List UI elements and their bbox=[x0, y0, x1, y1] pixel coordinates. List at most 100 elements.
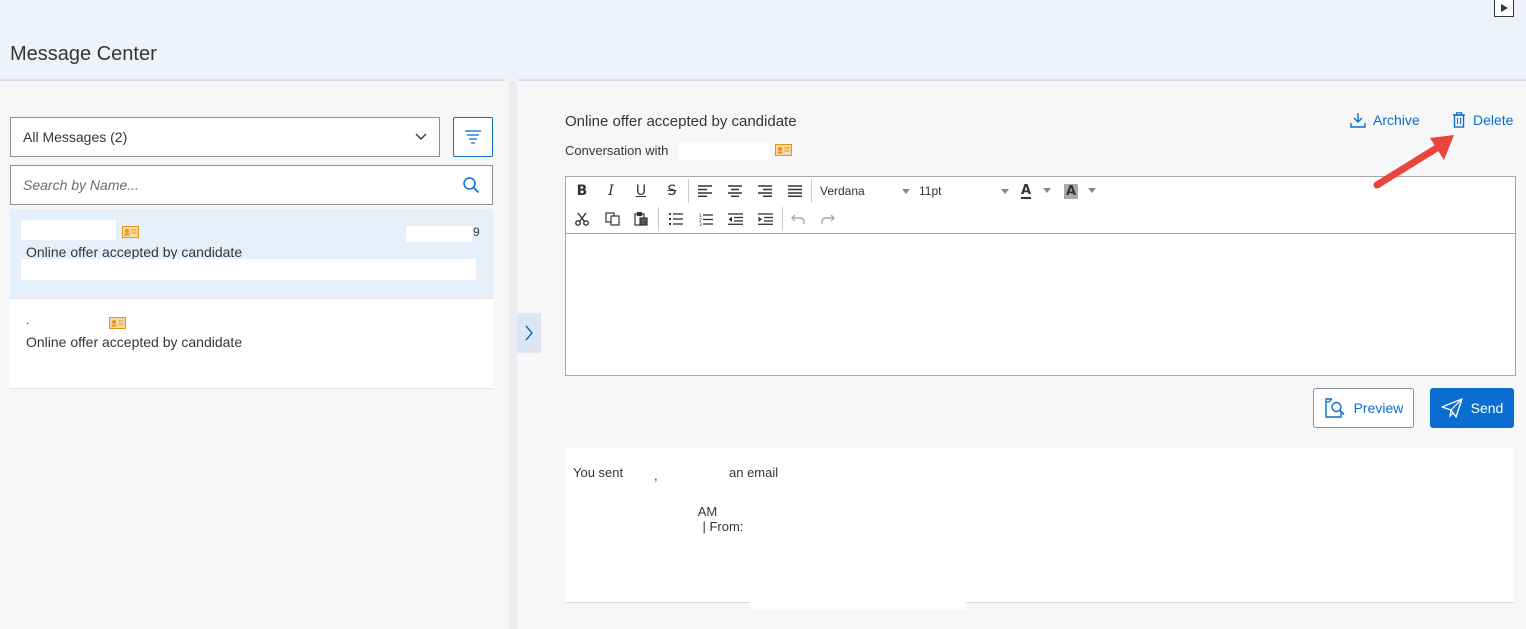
sort-filter-button[interactable] bbox=[453, 117, 493, 157]
text-color-glyph: A bbox=[1020, 182, 1032, 199]
preview-label: Preview bbox=[1353, 400, 1404, 416]
panel-splitter[interactable] bbox=[509, 81, 517, 629]
contact-card-icon bbox=[122, 226, 139, 238]
paste-button[interactable] bbox=[630, 208, 652, 230]
align-center-button[interactable] bbox=[724, 180, 746, 202]
delete-label: Delete bbox=[1473, 112, 1514, 128]
message-history-item: You sent , an email AM | From: bbox=[565, 448, 1514, 603]
send-button[interactable]: Send bbox=[1430, 388, 1514, 428]
item-name: . bbox=[26, 313, 30, 327]
copy-icon bbox=[604, 212, 620, 226]
copy-button[interactable] bbox=[601, 208, 623, 230]
archive-button[interactable]: Archive bbox=[1350, 112, 1420, 128]
send-label: Send bbox=[1470, 400, 1504, 416]
message-filter-value: All Messages (2) bbox=[23, 129, 128, 145]
caret-down-icon bbox=[902, 188, 910, 194]
redacted-recipient bbox=[625, 462, 725, 482]
cut-button[interactable] bbox=[571, 208, 593, 230]
toolbar-separator bbox=[811, 179, 812, 203]
search-box bbox=[10, 165, 493, 205]
download-icon bbox=[1350, 113, 1366, 128]
outdent-button[interactable] bbox=[724, 208, 746, 230]
underline-button[interactable]: U bbox=[630, 180, 652, 202]
align-right-button[interactable] bbox=[754, 180, 776, 202]
numbered-list-button[interactable]: 123 bbox=[695, 208, 717, 230]
item-date: 9 bbox=[473, 225, 480, 239]
list-item[interactable]: . Online offer accepted by candidate bbox=[10, 299, 493, 389]
delete-button[interactable]: Delete bbox=[1452, 112, 1513, 128]
history-time: AM bbox=[697, 504, 718, 519]
undo-button[interactable] bbox=[787, 208, 809, 230]
align-left-button[interactable] bbox=[694, 180, 716, 202]
toolbar-separator bbox=[782, 207, 783, 231]
redacted-date bbox=[406, 226, 472, 242]
history-sent-line: You sent bbox=[573, 465, 623, 480]
italic-button[interactable]: I bbox=[600, 180, 622, 202]
search-icon[interactable] bbox=[462, 176, 480, 194]
header-divider-right bbox=[518, 79, 1526, 81]
bg-color-glyph: A bbox=[1063, 183, 1079, 199]
svg-text:3: 3 bbox=[699, 222, 702, 226]
history-from-label: | From: bbox=[702, 519, 744, 534]
justify-button[interactable] bbox=[784, 180, 806, 202]
paste-icon bbox=[634, 212, 648, 226]
contact-card-icon bbox=[109, 317, 126, 329]
align-center-icon bbox=[728, 185, 742, 197]
justify-icon bbox=[788, 185, 802, 197]
page-title: Message Center bbox=[10, 43, 157, 65]
message-filter-select[interactable]: All Messages (2) bbox=[10, 117, 440, 157]
play-button[interactable] bbox=[1494, 0, 1514, 17]
header-bar bbox=[0, 0, 1526, 80]
text-color-button[interactable]: A bbox=[1015, 180, 1037, 202]
toolbar-separator bbox=[658, 207, 659, 231]
align-right-icon bbox=[758, 185, 772, 197]
bullet-list-button[interactable] bbox=[665, 208, 687, 230]
paper-plane-icon bbox=[1440, 398, 1463, 418]
search-input[interactable] bbox=[23, 177, 462, 193]
preview-document-icon bbox=[1324, 398, 1345, 418]
archive-label: Archive bbox=[1373, 112, 1420, 128]
font-family-dropdown[interactable]: Verdana bbox=[820, 184, 910, 198]
list-item[interactable]: 9 Online offer accepted by candidate bbox=[10, 209, 493, 299]
numbered-list-icon: 123 bbox=[699, 213, 713, 226]
item-subject: Online offer accepted by candidate bbox=[26, 334, 243, 350]
chevron-right-icon bbox=[525, 325, 533, 341]
redacted-footer bbox=[750, 598, 966, 610]
history-meta-line: AM | From: bbox=[684, 489, 744, 549]
underline-glyph: U bbox=[635, 183, 647, 199]
bullet-list-icon bbox=[669, 213, 683, 225]
redacted-name bbox=[21, 220, 116, 240]
font-size-dropdown[interactable]: 11pt bbox=[919, 184, 1009, 198]
bold-button[interactable]: B bbox=[571, 180, 593, 202]
redacted-preview bbox=[21, 259, 476, 280]
outdent-icon bbox=[727, 213, 743, 225]
background-color-button[interactable]: A bbox=[1060, 180, 1082, 202]
conversation-with: Conversation with bbox=[565, 143, 668, 158]
toolbar-separator bbox=[688, 179, 689, 203]
chevron-down-icon bbox=[415, 133, 427, 140]
align-left-icon bbox=[698, 185, 712, 197]
annotation-arrow-icon bbox=[1373, 135, 1454, 189]
expand-panel-button[interactable] bbox=[517, 313, 541, 353]
filter-icon bbox=[465, 130, 481, 144]
indent-icon bbox=[757, 213, 773, 225]
undo-icon bbox=[791, 214, 805, 224]
font-family-value: Verdana bbox=[820, 184, 865, 198]
preview-button[interactable]: Preview bbox=[1313, 388, 1414, 428]
conversation-with-label: Conversation with bbox=[565, 143, 669, 158]
item-subject: Online offer accepted by candidate bbox=[26, 244, 243, 260]
redo-button[interactable] bbox=[817, 208, 839, 230]
rich-text-editor: B I U S Verdana 11pt A A 1 2 3 bbox=[565, 176, 1516, 376]
indent-button[interactable] bbox=[754, 208, 776, 230]
strikethrough-button[interactable]: S bbox=[661, 180, 683, 202]
caret-down-icon[interactable] bbox=[1043, 188, 1051, 193]
history-sent-prefix: You sent bbox=[573, 465, 624, 480]
history-comma: , bbox=[654, 468, 658, 483]
history-sent-suffix: an email bbox=[729, 465, 779, 480]
contact-card-icon bbox=[775, 144, 792, 156]
editor-body[interactable] bbox=[566, 234, 1515, 375]
conversation-title: Online offer accepted by candidate bbox=[565, 113, 797, 130]
bold-glyph: B bbox=[576, 183, 588, 199]
caret-down-icon[interactable] bbox=[1088, 188, 1096, 193]
redacted-recipient bbox=[678, 142, 770, 160]
